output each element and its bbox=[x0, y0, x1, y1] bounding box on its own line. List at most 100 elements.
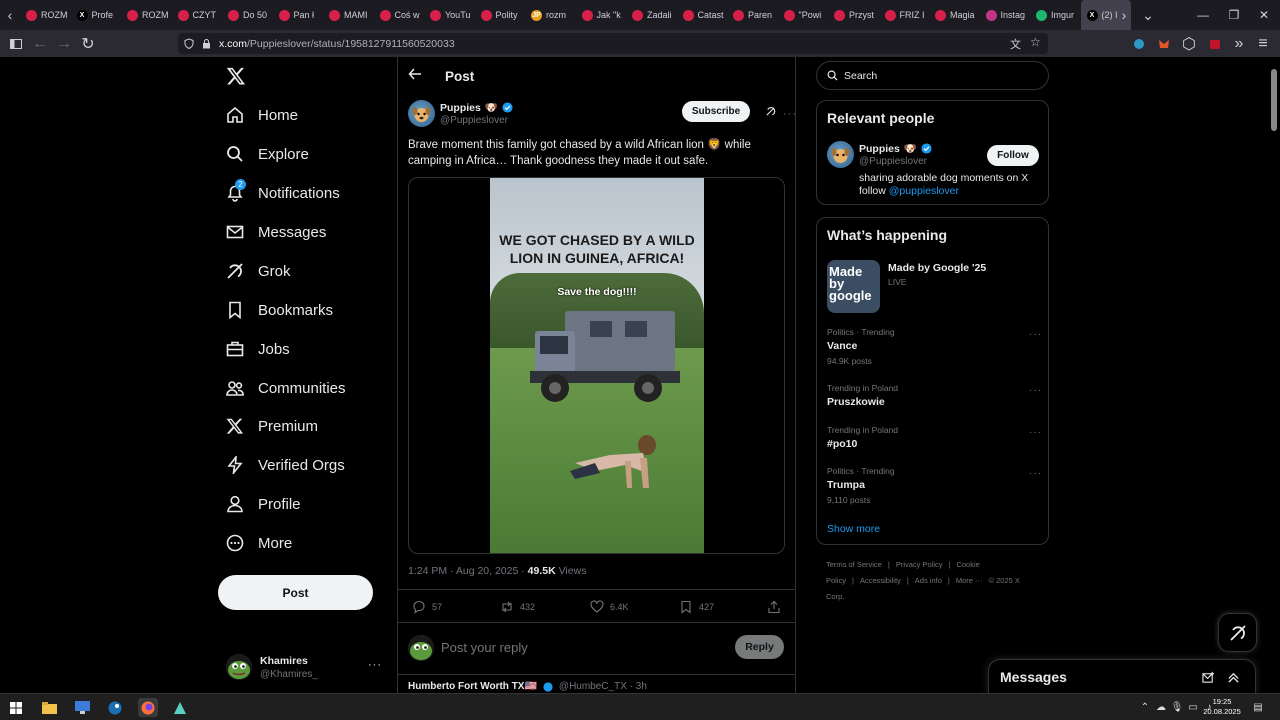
account-more-icon[interactable]: ··· bbox=[368, 659, 382, 671]
next-reply-name[interactable]: Humberto Fort Worth TX🇺🇸 bbox=[408, 681, 537, 692]
expand-chevron-up-icon[interactable] bbox=[1227, 671, 1240, 684]
nav-item-premium[interactable]: Premium bbox=[226, 411, 318, 441]
browser-tab[interactable]: Jak "k bbox=[576, 0, 627, 30]
relevant-person-name-row[interactable]: Puppies 🐶 bbox=[859, 142, 932, 155]
teal-app-icon[interactable] bbox=[170, 698, 190, 717]
nav-item-verified-orgs[interactable]: Verified Orgs bbox=[226, 450, 345, 480]
like-action[interactable]: 6.4K bbox=[590, 600, 629, 614]
event-title[interactable]: Made by Google '25 bbox=[888, 262, 986, 274]
taskbar-clock[interactable]: 19:25 20.08.2025 bbox=[1200, 697, 1244, 717]
browser-tab[interactable]: MAMI bbox=[323, 0, 374, 30]
subscribe-button[interactable]: Subscribe bbox=[682, 101, 750, 122]
browser-tab[interactable]: X Profe bbox=[71, 0, 122, 30]
back-arrow-icon[interactable] bbox=[408, 67, 422, 81]
nav-item-grok[interactable]: Grok bbox=[226, 256, 291, 286]
reload-icon[interactable]: ↻ bbox=[79, 35, 97, 53]
nav-item-communities[interactable]: Communities bbox=[226, 373, 346, 403]
post-timestamp[interactable]: 1:24 PM · Aug 20, 2025 · bbox=[408, 565, 528, 577]
browser-tab[interactable]: CZYT bbox=[172, 0, 223, 30]
network-icon[interactable]: ▭ bbox=[1187, 701, 1199, 713]
browser-tab[interactable]: Magia bbox=[929, 0, 980, 30]
monitor-app-icon[interactable] bbox=[72, 698, 92, 717]
forward-nav-icon[interactable]: → bbox=[55, 35, 73, 53]
grok-explain-icon[interactable] bbox=[765, 106, 776, 117]
file-explorer-icon[interactable] bbox=[39, 698, 59, 717]
relevant-person-avatar[interactable] bbox=[827, 141, 854, 168]
overflow-chevrons-icon[interactable]: » bbox=[1230, 35, 1248, 53]
browser-tab[interactable]: YouTu bbox=[424, 0, 475, 30]
footer-link[interactable]: Terms of Service bbox=[826, 560, 882, 569]
grok-floating-button[interactable] bbox=[1218, 613, 1257, 652]
sidebar-toggle-icon[interactable] bbox=[7, 35, 25, 53]
browser-tab[interactable]: Coś w bbox=[374, 0, 425, 30]
search-box[interactable] bbox=[816, 61, 1049, 90]
account-switcher[interactable]: Khamires @Khamires_ ··· bbox=[226, 647, 386, 687]
shield-icon[interactable] bbox=[184, 38, 194, 49]
tray-chevron-icon[interactable]: ⌃ bbox=[1139, 701, 1151, 713]
tab-list-chevron-icon[interactable]: ⌄ bbox=[1138, 0, 1158, 30]
footer-link[interactable]: Privacy Policy bbox=[896, 560, 943, 569]
browser-tab[interactable]: ROZM bbox=[121, 0, 172, 30]
notification-center-icon[interactable]: ▤ bbox=[1252, 701, 1264, 713]
browser-tab[interactable]: JP rozm bbox=[525, 0, 576, 30]
browser-tab[interactable]: Zadali bbox=[626, 0, 677, 30]
close-window-icon[interactable]: ✕ bbox=[1248, 0, 1280, 30]
bookmark-action[interactable]: 427 bbox=[679, 600, 714, 614]
post-more-icon[interactable]: ··· bbox=[783, 108, 797, 120]
hamburger-menu-icon[interactable]: ≡ bbox=[1254, 35, 1272, 53]
post-button[interactable]: Post bbox=[218, 575, 373, 610]
extensions-puzzle-icon[interactable]: ⬡ bbox=[1180, 35, 1198, 53]
browser-tab[interactable]: "Powi bbox=[778, 0, 829, 30]
page-scrollbar[interactable] bbox=[1268, 57, 1280, 693]
onedrive-icon[interactable]: ☁ bbox=[1155, 701, 1167, 713]
footer-link[interactable]: More ··· bbox=[956, 576, 983, 585]
trend-item[interactable]: Trending in Poland #po10 ··· bbox=[827, 425, 1042, 454]
search-input[interactable] bbox=[844, 69, 1024, 82]
nav-item-home[interactable]: Home bbox=[226, 100, 298, 130]
trend-more-icon[interactable]: ··· bbox=[1029, 427, 1042, 438]
browser-tab[interactable]: Catast bbox=[677, 0, 728, 30]
reply-action[interactable]: 57 bbox=[412, 600, 442, 614]
follow-button[interactable]: Follow bbox=[987, 145, 1039, 166]
maximize-icon[interactable]: ❐ bbox=[1218, 0, 1250, 30]
browser-tab[interactable]: Do 50 bbox=[222, 0, 273, 30]
relevant-person-handle[interactable]: @Puppieslover bbox=[859, 156, 927, 167]
trend-item[interactable]: Politics · Trending Vance 94.9K posts ··· bbox=[827, 327, 1042, 366]
author-handle[interactable]: @Puppieslover bbox=[440, 115, 508, 126]
x-logo-icon[interactable] bbox=[226, 66, 246, 86]
browser-tab[interactable]: Pan ł bbox=[273, 0, 324, 30]
trend-item[interactable]: Politics · Trending Trumpa 9,110 posts ··· bbox=[827, 466, 1042, 505]
extension-shield-icon[interactable] bbox=[1130, 35, 1148, 53]
footer-link[interactable]: Ads info bbox=[915, 576, 942, 585]
trend-more-icon[interactable]: ··· bbox=[1029, 329, 1042, 340]
messages-drawer[interactable]: Messages bbox=[988, 659, 1256, 693]
browser-tab[interactable]: Instag bbox=[980, 0, 1031, 30]
minimize-icon[interactable]: — bbox=[1187, 0, 1219, 30]
event-thumbnail[interactable]: Made by google bbox=[827, 260, 880, 313]
post-media[interactable]: WE GOT CHASED BY A WILD LION IN GUINEA, … bbox=[408, 177, 785, 554]
nav-item-more[interactable]: More bbox=[226, 528, 292, 558]
reply-button[interactable]: Reply bbox=[735, 635, 784, 659]
browser-tab[interactable]: Polity bbox=[475, 0, 526, 30]
back-nav-icon[interactable]: ← bbox=[31, 35, 49, 53]
nav-item-jobs[interactable]: Jobs bbox=[226, 334, 290, 364]
firefox-icon[interactable] bbox=[138, 698, 158, 717]
lock-icon[interactable] bbox=[202, 38, 211, 49]
star-bookmark-icon[interactable]: ☆ bbox=[1030, 35, 1041, 49]
steam-icon[interactable] bbox=[105, 698, 125, 717]
trend-more-icon[interactable]: ··· bbox=[1029, 468, 1042, 479]
author-avatar[interactable] bbox=[408, 100, 435, 127]
trend-item[interactable]: Trending in Poland Pruszkowie ··· bbox=[827, 383, 1042, 412]
share-action[interactable] bbox=[767, 600, 781, 614]
next-reply-preview[interactable]: Humberto Fort Worth TX🇺🇸 @HumbeC_TX · 3h bbox=[408, 681, 647, 692]
browser-tab[interactable]: Imgur bbox=[1030, 0, 1081, 30]
translate-icon[interactable]: 文 bbox=[1010, 36, 1021, 52]
extension-fox-icon[interactable] bbox=[1155, 35, 1173, 53]
trend-more-icon[interactable]: ··· bbox=[1029, 385, 1042, 396]
browser-tab[interactable]: Paren bbox=[727, 0, 778, 30]
author-name[interactable]: Puppies bbox=[440, 102, 481, 114]
url-bar[interactable]: x.com/Puppieslover/status/19581279115605… bbox=[178, 33, 1048, 54]
author-name-row[interactable]: Puppies 🐶 bbox=[440, 101, 513, 114]
tab-scroll-right-icon[interactable]: › bbox=[1114, 0, 1134, 30]
new-message-icon[interactable] bbox=[1202, 671, 1215, 684]
